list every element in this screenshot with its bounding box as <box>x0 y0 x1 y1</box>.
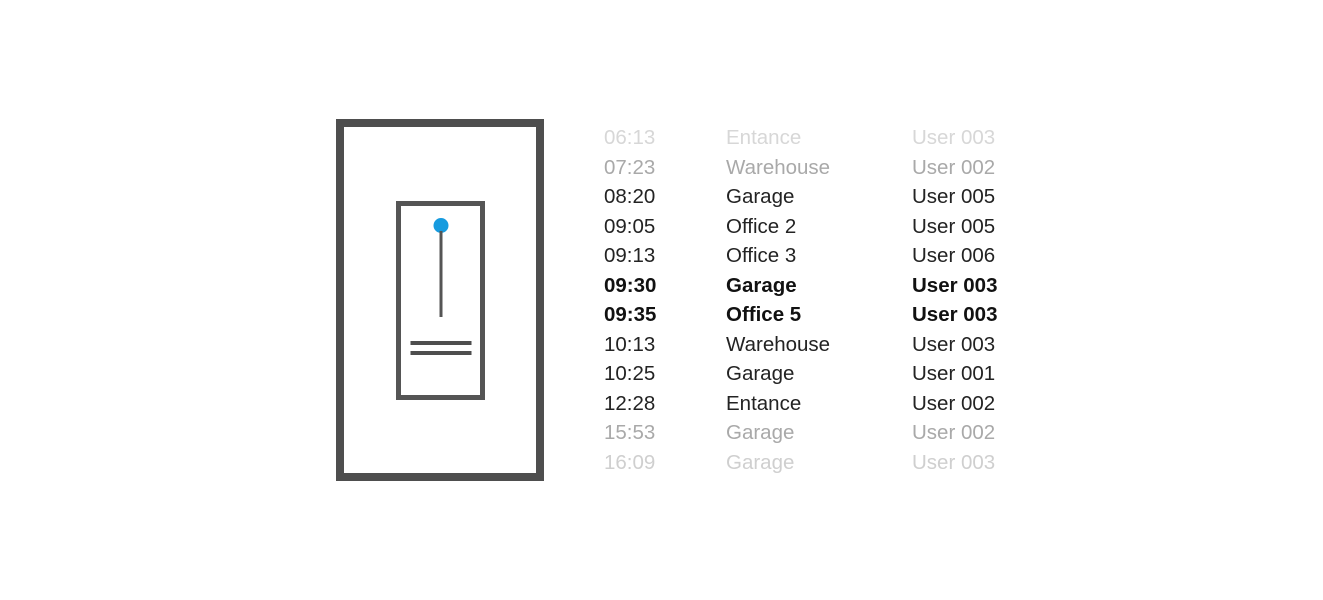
log-user: User 002 <box>912 155 996 179</box>
log-time: 07:23 <box>604 155 656 179</box>
log-time: 16:09 <box>604 450 656 474</box>
log-user: User 003 <box>912 303 998 326</box>
log-user: User 003 <box>912 126 996 149</box>
log-row[interactable]: 06:13 Entance User 003 <box>604 126 1024 156</box>
log-row[interactable]: 09:35 Office 5 User 003 <box>604 303 1024 333</box>
log-row[interactable]: 10:13 Warehouse User 003 <box>604 333 1024 363</box>
log-location: Garage <box>726 421 795 444</box>
log-row[interactable]: 07:23 Warehouse User 002 <box>604 156 1024 186</box>
log-location: Entance <box>726 391 802 415</box>
log-time: 08:20 <box>604 185 656 208</box>
log-row[interactable]: 16:09 Garage User 003 <box>604 451 1024 481</box>
log-user: User 002 <box>912 421 996 444</box>
panel-dial-screen <box>396 201 485 400</box>
log-time: 09:35 <box>604 303 657 326</box>
log-location: Entance <box>726 126 802 149</box>
log-user: User 006 <box>912 244 996 267</box>
access-log-list[interactable]: 06:13 Entance User 003 07:23 Warehouse U… <box>604 126 1024 480</box>
panel-bar-1 <box>410 341 471 345</box>
log-time: 10:13 <box>604 332 656 356</box>
log-location: Office 2 <box>726 214 797 238</box>
log-user: User 003 <box>912 273 998 297</box>
access-control-panel-illustration <box>336 119 544 481</box>
log-location: Garage <box>726 362 795 385</box>
log-time: 06:13 <box>604 126 656 149</box>
log-row[interactable]: 09:30 Garage User 003 <box>604 274 1024 304</box>
log-user: User 005 <box>912 214 996 238</box>
log-row[interactable]: 09:13 Office 3 User 006 <box>604 244 1024 274</box>
log-row[interactable]: 15:53 Garage User 002 <box>604 421 1024 451</box>
log-location: Warehouse <box>726 155 831 179</box>
log-user: User 003 <box>912 450 996 474</box>
log-row[interactable]: 10:25 Garage User 001 <box>604 362 1024 392</box>
log-location: Garage <box>726 273 797 297</box>
log-time: 15:53 <box>604 421 656 444</box>
log-location: Garage <box>726 450 795 474</box>
log-time: 09:13 <box>604 244 656 267</box>
log-user: User 001 <box>912 362 996 385</box>
panel-bar-2 <box>410 351 471 355</box>
log-user: User 005 <box>912 185 996 208</box>
log-row[interactable]: 08:20 Garage User 005 <box>604 185 1024 215</box>
log-time: 10:25 <box>604 362 656 385</box>
log-user: User 002 <box>912 391 996 415</box>
dial-pointer-icon <box>439 231 442 317</box>
panel-slot-bars <box>410 341 471 355</box>
log-location: Warehouse <box>726 332 831 356</box>
log-time: 09:05 <box>604 214 656 238</box>
log-row[interactable]: 09:05 Office 2 User 005 <box>604 215 1024 245</box>
log-row[interactable]: 12:28 Entance User 002 <box>604 392 1024 422</box>
log-location: Garage <box>726 185 795 208</box>
log-location: Office 5 <box>726 303 802 326</box>
log-time: 09:30 <box>604 273 657 297</box>
log-time: 12:28 <box>604 391 656 415</box>
log-user: User 003 <box>912 332 996 356</box>
log-location: Office 3 <box>726 244 797 267</box>
